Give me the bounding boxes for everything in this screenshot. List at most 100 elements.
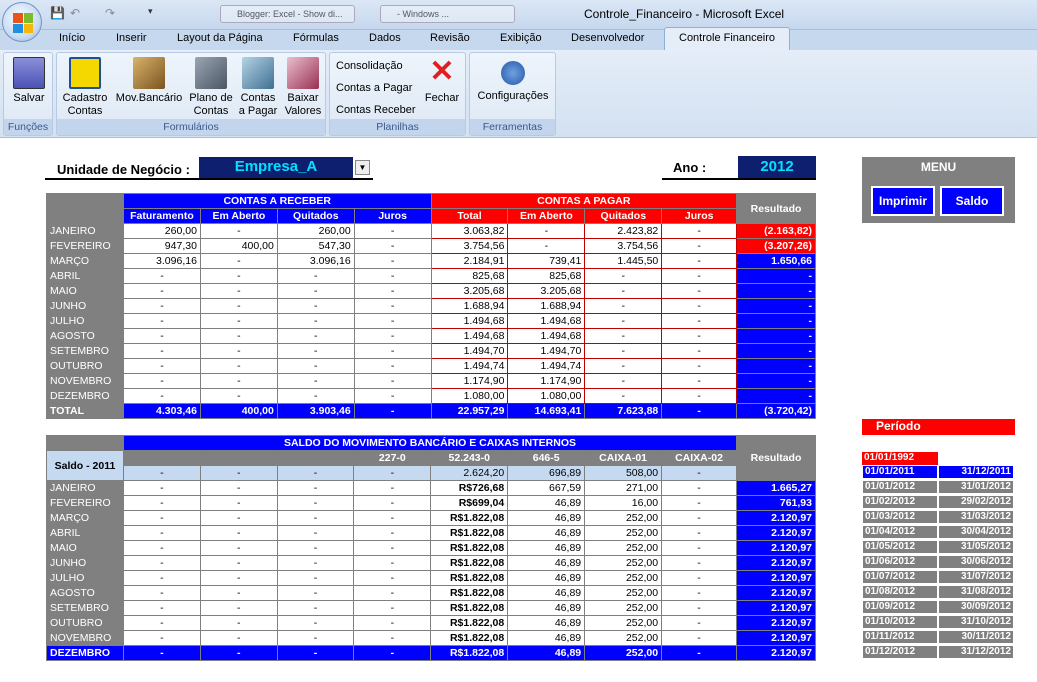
value-cell[interactable]: -	[199, 480, 278, 496]
value-cell[interactable]: -	[199, 540, 278, 556]
value-cell[interactable]: -	[199, 298, 278, 314]
periodo-start[interactable]: 01/10/2012	[862, 615, 938, 629]
value-cell[interactable]: -	[122, 495, 201, 511]
periodo-end[interactable]: 30/11/2012	[938, 630, 1014, 644]
value-cell[interactable]: -	[122, 343, 201, 359]
value-cell[interactable]: -	[276, 313, 355, 329]
periodo-end[interactable]: 31/10/2012	[938, 615, 1014, 629]
value-cell[interactable]: -	[276, 615, 355, 631]
value-cell[interactable]: -	[584, 298, 663, 314]
month-label[interactable]: DEZEMBRO	[46, 645, 124, 661]
value-cell[interactable]: 739,41	[507, 253, 586, 269]
tab-formulas[interactable]: Fórmulas	[293, 32, 339, 44]
contas-receber-button[interactable]: Contas Receber	[336, 104, 416, 116]
value-cell[interactable]: -	[661, 495, 737, 511]
saldo-cell[interactable]: -	[353, 465, 432, 481]
periodo-end[interactable]: 31/05/2012	[938, 540, 1014, 554]
save-icon[interactable]: 💾	[50, 6, 65, 20]
consolidacao-button[interactable]: Consolidação	[336, 60, 403, 72]
value-cell[interactable]: -	[199, 268, 278, 284]
value-cell[interactable]: R$1.822,08	[430, 630, 509, 646]
value-cell[interactable]: -	[122, 555, 201, 571]
value-cell[interactable]: -	[199, 615, 278, 631]
value-cell[interactable]: -	[199, 328, 278, 344]
value-cell[interactable]: R$1.822,08	[430, 645, 509, 661]
value-cell[interactable]: -	[584, 328, 663, 344]
value-cell[interactable]: -	[276, 298, 355, 314]
salvar-button[interactable]: Salvar	[9, 55, 49, 105]
resultado-cell[interactable]: -	[736, 283, 816, 299]
value-cell[interactable]: -	[199, 253, 278, 269]
value-cell[interactable]: -	[353, 645, 432, 661]
resultado-cell[interactable]: 2.120,97	[736, 525, 816, 541]
periodo-end[interactable]: 31/01/2012	[938, 480, 1014, 494]
month-label[interactable]: AGOSTO	[46, 328, 124, 344]
month-label[interactable]: JUNHO	[46, 298, 124, 314]
tab-controle-financeiro[interactable]: Controle Financeiro	[664, 27, 790, 51]
value-cell[interactable]: -	[661, 480, 737, 496]
value-cell[interactable]: -	[353, 495, 432, 511]
baixar-valores-button[interactable]: Baixar Valores	[281, 55, 325, 118]
value-cell[interactable]: -	[276, 600, 355, 616]
value-cell[interactable]: -	[199, 373, 278, 389]
value-cell[interactable]: -	[353, 283, 432, 299]
periodo-end[interactable]: 30/06/2012	[938, 555, 1014, 569]
value-cell[interactable]: -	[122, 268, 201, 284]
value-cell[interactable]: -	[122, 388, 201, 404]
tab-revisao[interactable]: Revisão	[430, 32, 470, 44]
value-cell[interactable]: 3.096,16	[276, 253, 355, 269]
periodo-start[interactable]: 01/01/2012	[862, 480, 938, 494]
value-cell[interactable]: 271,00	[584, 480, 663, 496]
value-cell[interactable]: 2.184,91	[430, 253, 509, 269]
value-cell[interactable]: -	[199, 495, 278, 511]
value-cell[interactable]: -	[276, 525, 355, 541]
value-cell[interactable]: -	[661, 373, 738, 389]
periodo-end[interactable]: 29/02/2012	[938, 495, 1014, 509]
periodo-end[interactable]: 31/08/2012	[938, 585, 1014, 599]
resultado-cell[interactable]: 2.120,97	[736, 585, 816, 601]
value-cell[interactable]: 947,30	[122, 238, 201, 254]
month-label[interactable]: MARÇO	[46, 253, 124, 269]
value-cell[interactable]: -	[584, 268, 663, 284]
contas-pagar-button[interactable]: Contas a Pagar	[336, 82, 412, 94]
value-cell[interactable]: -	[661, 630, 737, 646]
value-cell[interactable]: -	[122, 328, 201, 344]
value-cell[interactable]: 3.096,16	[122, 253, 201, 269]
month-label[interactable]: MARÇO	[46, 510, 124, 526]
value-cell[interactable]: 1.445,50	[584, 253, 663, 269]
month-label[interactable]: DEZEMBRO	[46, 388, 124, 404]
value-cell[interactable]: -	[661, 555, 737, 571]
value-cell[interactable]: -	[661, 343, 738, 359]
value-cell[interactable]: 1.080,00	[507, 388, 586, 404]
value-cell[interactable]: -	[122, 313, 201, 329]
tab-dados[interactable]: Dados	[369, 32, 401, 44]
value-cell[interactable]: R$1.822,08	[430, 600, 509, 616]
value-cell[interactable]: -	[122, 358, 201, 374]
resultado-cell[interactable]: -	[736, 268, 816, 284]
ano-field[interactable]: 2012	[738, 156, 816, 178]
resultado-cell[interactable]: 2.120,97	[736, 630, 816, 646]
value-cell[interactable]: -	[507, 223, 586, 239]
value-cell[interactable]: 46,89	[507, 615, 586, 631]
value-cell[interactable]: -	[353, 555, 432, 571]
value-cell[interactable]: 1.174,90	[507, 373, 586, 389]
value-cell[interactable]: -	[661, 600, 737, 616]
value-cell[interactable]: -	[353, 600, 432, 616]
month-label[interactable]: FEVEREIRO	[46, 238, 124, 254]
month-label[interactable]: ABRIL	[46, 525, 124, 541]
value-cell[interactable]: -	[353, 615, 432, 631]
resultado-cell[interactable]: -	[736, 388, 816, 404]
value-cell[interactable]: 46,89	[507, 630, 586, 646]
value-cell[interactable]: -	[276, 283, 355, 299]
periodo-end[interactable]: 31/07/2012	[938, 570, 1014, 584]
value-cell[interactable]: 1.080,00	[430, 388, 509, 404]
value-cell[interactable]: -	[661, 313, 738, 329]
month-label[interactable]: SETEMBRO	[46, 600, 124, 616]
value-cell[interactable]: -	[353, 373, 432, 389]
periodo-end[interactable]: 31/12/2011	[938, 465, 1014, 479]
month-label[interactable]: JULHO	[46, 570, 124, 586]
value-cell[interactable]: -	[353, 570, 432, 586]
value-cell[interactable]: 252,00	[584, 630, 663, 646]
saldo-cell[interactable]: 696,89	[507, 465, 586, 481]
undo-icon[interactable]: ↶	[70, 6, 80, 20]
